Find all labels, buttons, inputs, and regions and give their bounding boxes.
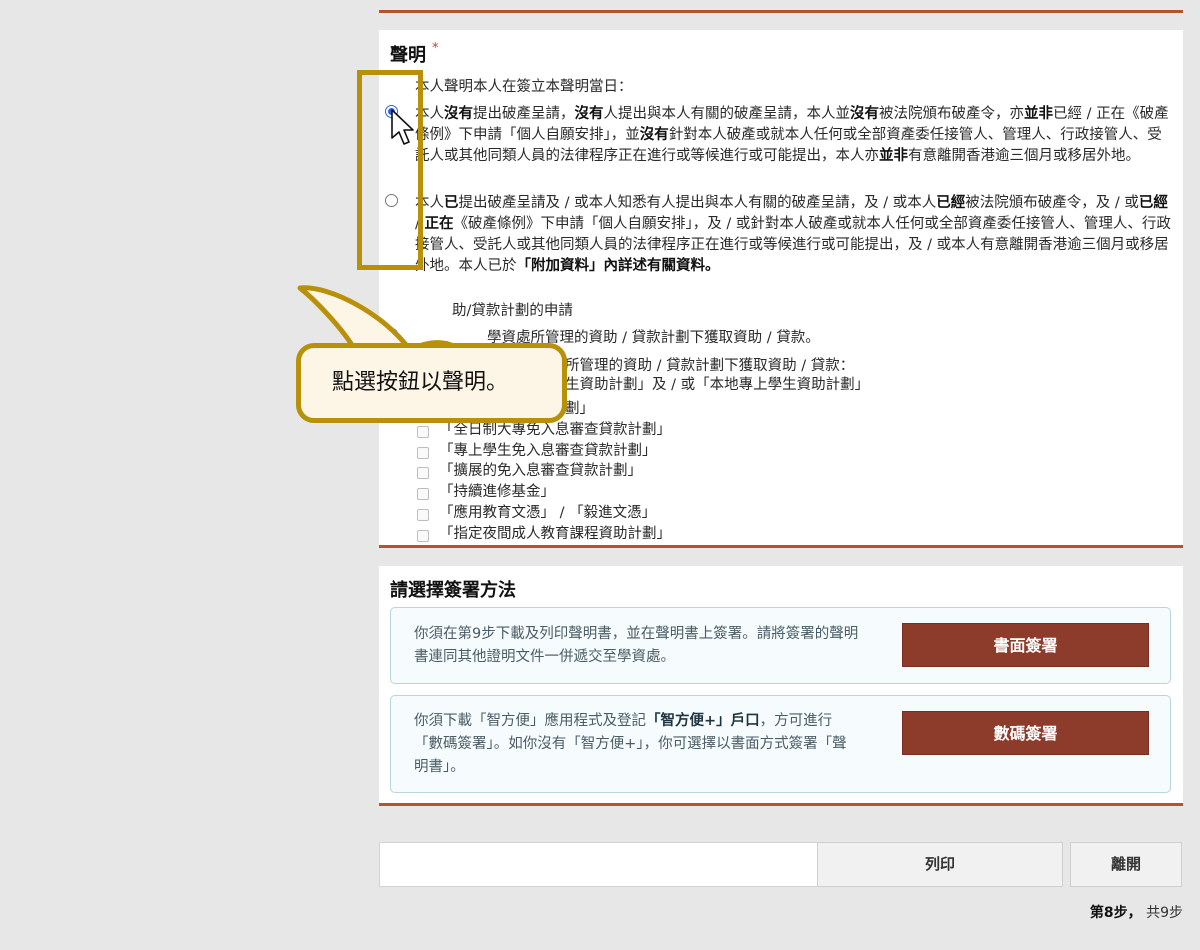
aid-scheme-checkbox[interactable] — [417, 529, 429, 542]
footer-blank-field — [379, 842, 818, 887]
aid-scheme-label: 「專上學生免入息審查貸款計劃」 — [439, 442, 657, 459]
digital-sign-text: 你須下載「智方便」應用程式及登記「智方便+」戶口，方可進行「數碼簽署」。如你沒有… — [414, 713, 847, 775]
digital-sign-button[interactable]: 數碼簽署 — [902, 711, 1149, 755]
declaration-title: 聲明 * — [390, 41, 439, 66]
paper-sign-text: 你須在第9步下載及列印聲明書，並在聲明書上簽署。請將簽署的聲明書連同其他證明文件… — [414, 626, 859, 665]
aid-scheme-checkbox[interactable] — [417, 425, 429, 438]
paper-sign-card: 你須在第9步下載及列印聲明書，並在聲明書上簽署。請將簽署的聲明書連同其他證明文件… — [390, 607, 1171, 684]
aid-scheme-checkbox[interactable] — [417, 446, 429, 459]
required-mark: * — [432, 41, 439, 56]
exit-button[interactable]: 離開 — [1070, 842, 1182, 887]
print-button[interactable]: 列印 — [817, 842, 1063, 887]
aid-scheme-label: 「擴展的免入息審查貸款計劃」 — [439, 463, 642, 480]
digital-sign-card: 你須下載「智方便」應用程式及登記「智方便+」戶口，方可進行「數碼簽署」。如你沒有… — [390, 695, 1171, 793]
sign-divider — [379, 803, 1183, 806]
aid-scheme-label: 劃」 — [565, 401, 594, 417]
aid-option-2-label[interactable]: 所管理的資助 / 貸款計劃下獲取資助 / 貸款： — [565, 356, 854, 377]
step-current: 第8步， — [1089, 905, 1142, 921]
aid-scheme-checkbox[interactable] — [417, 488, 429, 501]
callout-text: 點選按鈕以聲明。 — [332, 370, 509, 395]
paper-sign-button[interactable]: 書面簽署 — [902, 623, 1149, 667]
declaration-intro: 本人聲明本人在簽立本聲明當日： — [415, 79, 633, 95]
aid-option-2-sublabel: 生資助計劃」及 / 或「本地專上學生資助計劃」 — [565, 377, 870, 393]
aid-scheme-label: 「指定夜間成人教育課程資助計劃」 — [439, 525, 671, 542]
aid-scheme-checkbox[interactable] — [417, 467, 429, 480]
declaration-option-no-bankruptcy[interactable]: 本人沒有提出破產呈請，沒有人提出與本人有關的破產呈請，本人並沒有被法院頒布破產令… — [415, 104, 1171, 167]
aid-scheme-label: 「應用教育文憑」 / 「毅進文憑」 — [439, 505, 657, 521]
top-divider — [379, 10, 1183, 13]
declaration-option-bankruptcy[interactable]: 本人已提出破產呈請及 / 或本人知悉有人提出與本人有關的破產呈請，及 / 或本人… — [415, 193, 1171, 277]
callout-bubble: 點選按鈕以聲明。 — [296, 343, 567, 423]
highlight-box — [357, 70, 423, 270]
mouse-pointer-icon — [391, 109, 414, 145]
aid-scheme-checkbox[interactable] — [417, 509, 429, 521]
sign-title: 請選擇簽署方法 — [390, 580, 516, 601]
declaration-divider — [379, 545, 1183, 548]
step-indicator: 第8步， 共9步 — [1090, 902, 1183, 922]
step-total: 共9步 — [1146, 905, 1183, 921]
aid-scheme-label: 「持續進修基金」 — [439, 484, 555, 501]
